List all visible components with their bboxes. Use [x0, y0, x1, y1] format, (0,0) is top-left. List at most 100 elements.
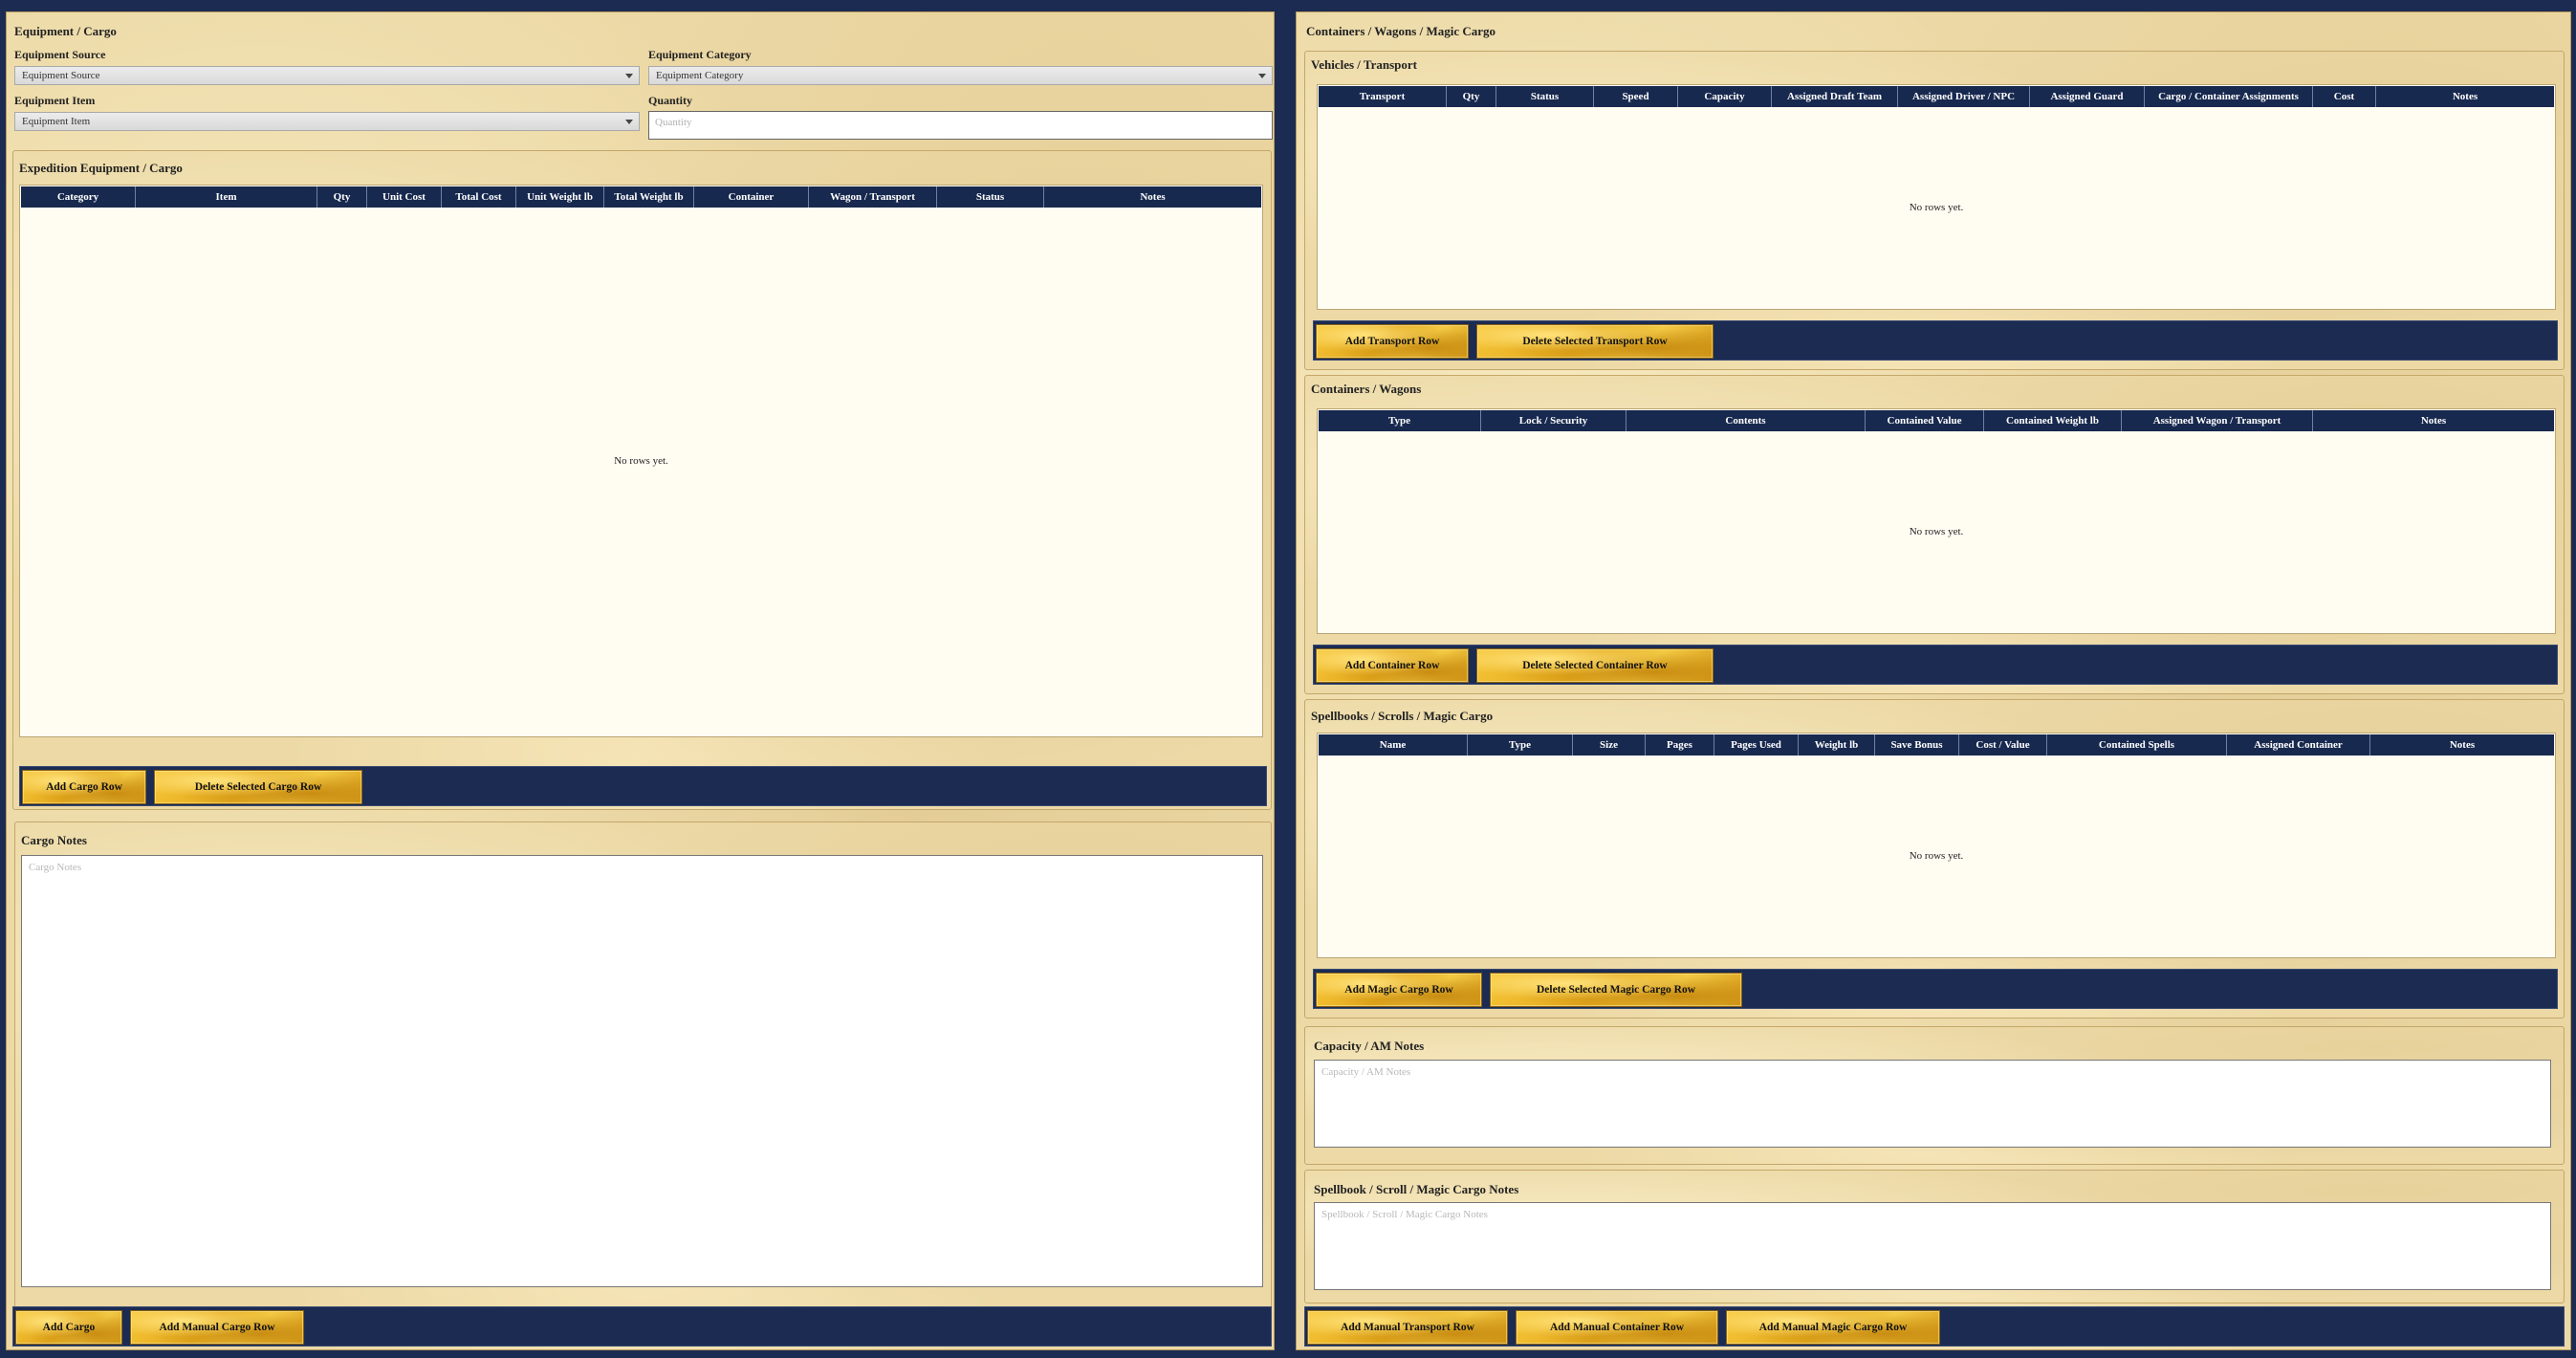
- delete-magic-cargo-row-button[interactable]: Delete Selected Magic Cargo Row: [1490, 973, 1742, 1007]
- section-title: Spellbooks / Scrolls / Magic Cargo: [1311, 709, 1494, 723]
- column-header[interactable]: Wagon / Transport: [809, 186, 937, 208]
- add-manual-cargo-row-button[interactable]: Add Manual Cargo Row: [130, 1310, 304, 1345]
- column-header[interactable]: Assigned Wagon / Transport: [2122, 410, 2313, 431]
- spellbook-notes-section: Spellbook / Scroll / Magic Cargo Notes S…: [1304, 1170, 2565, 1303]
- delete-transport-row-button[interactable]: Delete Selected Transport Row: [1476, 324, 1714, 359]
- column-header[interactable]: Contained Value: [1866, 410, 1984, 431]
- column-header[interactable]: Notes: [2370, 734, 2554, 756]
- equipment-source-select[interactable]: Equipment Source: [14, 66, 640, 85]
- column-header[interactable]: Speed: [1594, 86, 1678, 107]
- column-header[interactable]: Status: [1496, 86, 1594, 107]
- column-header[interactable]: Total Cost: [442, 186, 516, 208]
- vehicles-section: Vehicles / Transport Transport Qty Status S…: [1304, 51, 2565, 370]
- containers-wagons-panel: Containers / Wagons / Magic Cargo Vehicl…: [1296, 11, 2571, 1350]
- column-header[interactable]: Assigned Container: [2227, 734, 2370, 756]
- equipment-item-select[interactable]: Equipment Item: [14, 112, 640, 131]
- magic-cargo-section: Spellbooks / Scrolls / Magic Cargo Name T…: [1304, 699, 2565, 1018]
- equipment-item-label: Equipment Item: [14, 94, 96, 107]
- equipment-category-select[interactable]: Equipment Category: [648, 66, 1273, 85]
- equipment-cargo-panel: Equipment / Cargo Equipment Source Equip…: [6, 11, 1275, 1350]
- column-header[interactable]: Name: [1319, 734, 1468, 756]
- select-value: Equipment Source: [22, 70, 100, 81]
- column-header[interactable]: Category: [21, 186, 136, 208]
- add-transport-row-button[interactable]: Add Transport Row: [1316, 324, 1469, 359]
- column-header[interactable]: Notes: [1044, 186, 1261, 208]
- chevron-down-icon: [625, 74, 633, 78]
- column-header[interactable]: Notes: [2376, 86, 2554, 107]
- column-header[interactable]: Save Bonus: [1875, 734, 1959, 756]
- column-header[interactable]: Capacity: [1678, 86, 1772, 107]
- bottom-button-bar: Add Cargo Add Manual Cargo Row: [12, 1306, 1272, 1347]
- bottom-button-bar: Add Manual Transport Row Add Manual Cont…: [1304, 1306, 2565, 1347]
- chevron-down-icon: [1258, 74, 1266, 78]
- add-cargo-button[interactable]: Add Cargo: [15, 1310, 122, 1345]
- column-header[interactable]: Item: [136, 186, 317, 208]
- magic-cargo-button-bar: Add Magic Cargo Row Delete Selected Magi…: [1313, 969, 2558, 1009]
- column-header[interactable]: Lock / Security: [1481, 410, 1626, 431]
- cargo-button-bar: Add Cargo Row Delete Selected Cargo Row: [19, 766, 1267, 806]
- column-header[interactable]: Qty: [317, 186, 367, 208]
- add-cargo-row-button[interactable]: Add Cargo Row: [22, 770, 146, 804]
- quantity-input[interactable]: Quantity: [648, 111, 1273, 140]
- column-header[interactable]: Assigned Driver / NPC: [1898, 86, 2030, 107]
- column-header[interactable]: Notes: [2313, 410, 2554, 431]
- column-header[interactable]: Weight lb: [1799, 734, 1875, 756]
- column-header[interactable]: Unit Weight lb: [516, 186, 604, 208]
- column-header[interactable]: Assigned Draft Team: [1772, 86, 1898, 107]
- vehicles-button-bar: Add Transport Row Delete Selected Transp…: [1313, 320, 2558, 361]
- column-header[interactable]: Contained Weight lb: [1984, 410, 2122, 431]
- add-magic-cargo-row-button[interactable]: Add Magic Cargo Row: [1316, 973, 1482, 1007]
- table-header: Category Item Qty Unit Cost Total Cost Unit W…: [21, 186, 1261, 208]
- column-header[interactable]: Unit Cost: [367, 186, 442, 208]
- capacity-notes-section: Capacity / AM Notes Capacity / AM Notes: [1304, 1026, 2565, 1165]
- expedition-cargo-section: Expedition Equipment / Cargo Category Ite…: [12, 150, 1272, 810]
- section-title: Cargo Notes: [21, 833, 87, 847]
- column-header[interactable]: Type: [1319, 410, 1481, 431]
- column-header[interactable]: Contained Spells: [2047, 734, 2227, 756]
- table-header: Name Type Size Pages Pages Used Weight lb Save…: [1319, 734, 2554, 756]
- section-title: Expedition Equipment / Cargo: [19, 161, 183, 175]
- table-header: Type Lock / Security Contents Contained Val…: [1319, 410, 2554, 431]
- column-header[interactable]: Type: [1468, 734, 1573, 756]
- delete-container-row-button[interactable]: Delete Selected Container Row: [1476, 648, 1714, 683]
- column-header[interactable]: Qty: [1447, 86, 1496, 107]
- panel-title: Containers / Wagons / Magic Cargo: [1306, 24, 1496, 38]
- add-manual-transport-row-button[interactable]: Add Manual Transport Row: [1307, 1310, 1508, 1345]
- panel-title: Equipment / Cargo: [14, 24, 117, 38]
- cargo-notes-textarea[interactable]: Cargo Notes: [21, 855, 1263, 1287]
- column-header[interactable]: Container: [694, 186, 809, 208]
- containers-button-bar: Add Container Row Delete Selected Contai…: [1313, 645, 2558, 685]
- column-header[interactable]: Transport: [1319, 86, 1447, 107]
- column-header[interactable]: Total Weight lb: [604, 186, 694, 208]
- equipment-source-label: Equipment Source: [14, 48, 106, 61]
- spellbook-notes-textarea[interactable]: Spellbook / Scroll / Magic Cargo Notes: [1314, 1202, 2551, 1290]
- select-value: Equipment Category: [656, 70, 744, 81]
- quantity-label: Quantity: [648, 94, 693, 107]
- cargo-table: Category Item Qty Unit Cost Total Cost Unit W…: [19, 185, 1263, 737]
- select-value: Equipment Item: [22, 116, 91, 127]
- column-header[interactable]: Contents: [1626, 410, 1866, 431]
- add-manual-container-row-button[interactable]: Add Manual Container Row: [1516, 1310, 1718, 1345]
- table-header: Transport Qty Status Speed Capacity Assigned …: [1319, 86, 2554, 107]
- column-header[interactable]: Status: [937, 186, 1044, 208]
- delete-cargo-row-button[interactable]: Delete Selected Cargo Row: [154, 770, 362, 804]
- column-header[interactable]: Assigned Guard: [2030, 86, 2145, 107]
- section-title: Capacity / AM Notes: [1314, 1039, 1425, 1053]
- section-title: Spellbook / Scroll / Magic Cargo Notes: [1314, 1182, 1519, 1196]
- column-header[interactable]: Pages: [1646, 734, 1714, 756]
- capacity-notes-textarea[interactable]: Capacity / AM Notes: [1314, 1060, 2551, 1148]
- add-container-row-button[interactable]: Add Container Row: [1316, 648, 1469, 683]
- magic-cargo-table: Name Type Size Pages Pages Used Weight lb Save…: [1317, 733, 2556, 958]
- column-header[interactable]: Cargo / Container Assignments: [2145, 86, 2313, 107]
- section-title: Containers / Wagons: [1311, 382, 1422, 396]
- column-header[interactable]: Size: [1573, 734, 1646, 756]
- column-header[interactable]: Pages Used: [1714, 734, 1799, 756]
- column-header[interactable]: Cost: [2313, 86, 2376, 107]
- add-manual-magic-cargo-row-button[interactable]: Add Manual Magic Cargo Row: [1726, 1310, 1940, 1345]
- empty-message: No rows yet.: [614, 455, 668, 467]
- equipment-category-label: Equipment Category: [648, 48, 752, 61]
- empty-message: No rows yet.: [1909, 526, 1964, 537]
- section-title: Vehicles / Transport: [1311, 57, 1417, 72]
- containers-section: Containers / Wagons Type Lock / Security C…: [1304, 375, 2565, 694]
- column-header[interactable]: Cost / Value: [1959, 734, 2047, 756]
